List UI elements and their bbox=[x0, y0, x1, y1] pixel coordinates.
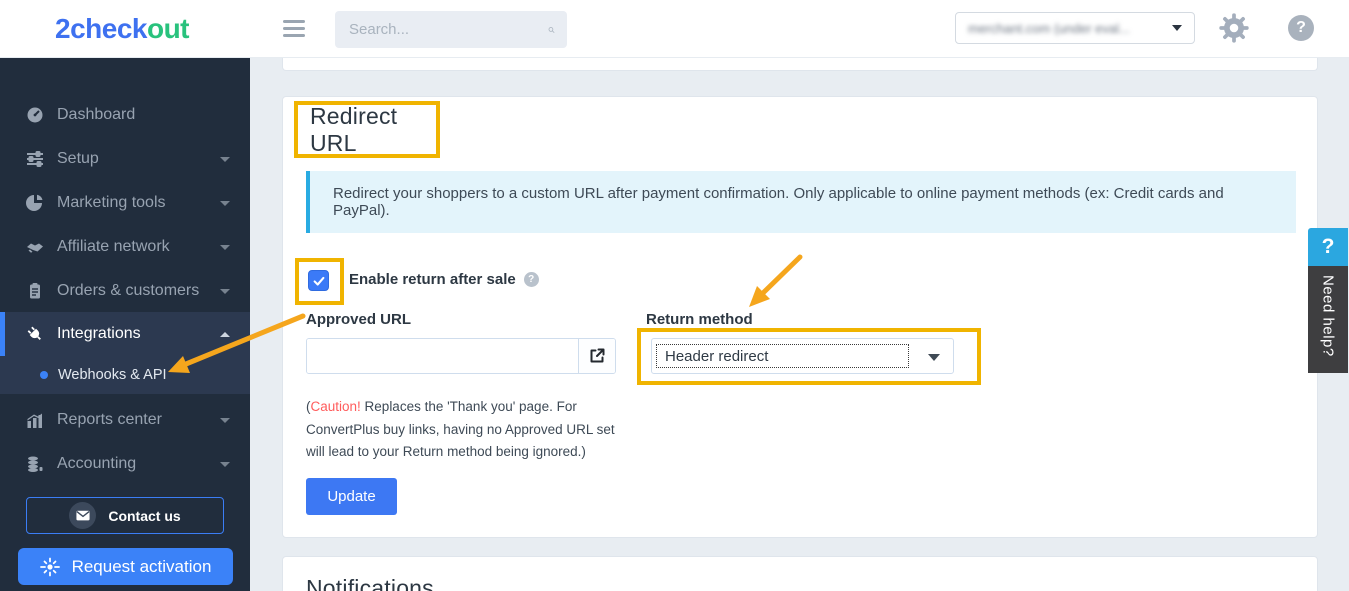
account-label: merchant.com (under eval... bbox=[968, 21, 1172, 36]
brand-logo[interactable]: 2checkout bbox=[55, 13, 189, 45]
info-banner: Redirect your shoppers to a custom URL a… bbox=[306, 171, 1296, 233]
main-content: Redirect URL Redirect your shoppers to a… bbox=[250, 58, 1349, 591]
logo-part-green: out bbox=[147, 13, 189, 44]
external-link-icon bbox=[589, 348, 605, 364]
active-bullet-dot bbox=[40, 371, 48, 379]
enable-return-label-row: Enable return after sale ? bbox=[349, 271, 539, 288]
contact-us-button[interactable]: Contact us bbox=[26, 497, 224, 534]
need-help-question-icon[interactable]: ? bbox=[1308, 228, 1348, 266]
caution-note: (Caution! Replaces the 'Thank you' page.… bbox=[306, 396, 628, 464]
sidebar-item-label: Integrations bbox=[57, 325, 141, 343]
app-root: 2checkout merchant.com (under eval... bbox=[0, 0, 1349, 591]
logo-part-blue: 2check bbox=[55, 13, 147, 44]
tooltip-help-icon[interactable]: ? bbox=[524, 272, 539, 287]
sidebar-item-setup[interactable]: Setup bbox=[0, 137, 250, 181]
coins-icon bbox=[26, 455, 44, 473]
approved-url-group bbox=[306, 338, 616, 374]
sidebar-item-label: Marketing tools bbox=[57, 194, 166, 212]
sidebar-item-accounting[interactable]: Accounting bbox=[0, 442, 250, 486]
menu-toggle-icon[interactable] bbox=[283, 20, 305, 37]
need-help-label: Need help? bbox=[1320, 266, 1337, 373]
chevron-down-icon bbox=[220, 418, 230, 423]
chevron-down-icon bbox=[220, 245, 230, 250]
pie-chart-icon bbox=[26, 194, 44, 212]
contact-us-label: Contact us bbox=[108, 508, 180, 524]
check-icon bbox=[312, 274, 326, 288]
sliders-icon bbox=[26, 150, 44, 168]
enable-return-label: Enable return after sale bbox=[349, 271, 516, 288]
sidebar-item-reports-center[interactable]: Reports center bbox=[0, 398, 250, 442]
redirect-url-card: Redirect URL Redirect your shoppers to a… bbox=[282, 96, 1318, 538]
sidebar-item-integrations[interactable]: Integrations bbox=[0, 312, 250, 356]
bar-chart-icon bbox=[26, 411, 44, 429]
settings-gear-icon[interactable] bbox=[1218, 12, 1250, 49]
handshake-icon bbox=[26, 238, 44, 256]
sidebar-item-dashboard[interactable]: Dashboard bbox=[0, 93, 250, 137]
sidebar-item-label: Affiliate network bbox=[57, 238, 170, 256]
global-search bbox=[335, 11, 567, 48]
return-method-label: Return method bbox=[646, 311, 753, 328]
update-button[interactable]: Update bbox=[306, 478, 397, 515]
sidebar-subitem-webhooks-api[interactable]: Webhooks & API bbox=[0, 356, 250, 394]
annotation-box-title: Redirect URL bbox=[294, 101, 440, 158]
return-method-select[interactable]: Header redirect bbox=[651, 338, 954, 374]
search-icon[interactable] bbox=[548, 21, 555, 39]
approved-url-input[interactable] bbox=[307, 339, 578, 373]
sidebar-item-label: Dashboard bbox=[57, 106, 135, 124]
request-activation-button[interactable]: Request activation bbox=[18, 548, 233, 585]
need-help-tab[interactable]: Need help? bbox=[1308, 266, 1348, 373]
sidebar-item-label: Orders & customers bbox=[57, 282, 199, 300]
open-url-button[interactable] bbox=[578, 339, 615, 373]
sidebar-item-label: Accounting bbox=[57, 455, 136, 473]
chevron-down-icon bbox=[1172, 25, 1182, 31]
section-title: Redirect URL bbox=[310, 103, 436, 157]
sidebar-item-label: Setup bbox=[57, 150, 99, 168]
request-activation-label: Request activation bbox=[72, 557, 212, 577]
sidebar-active-group: Integrations Webhooks & API bbox=[0, 312, 250, 394]
top-header: 2checkout merchant.com (under eval... bbox=[0, 0, 1349, 58]
account-selector[interactable]: merchant.com (under eval... bbox=[955, 12, 1195, 44]
notifications-title: Notifications bbox=[306, 575, 434, 591]
chevron-down-icon bbox=[220, 462, 230, 467]
chevron-down-icon bbox=[928, 354, 940, 361]
plug-icon bbox=[22, 321, 47, 346]
enable-return-checkbox[interactable] bbox=[308, 270, 329, 291]
caution-word: Caution! bbox=[311, 399, 361, 414]
chevron-down-icon bbox=[220, 201, 230, 206]
need-help-widget: ? Need help? bbox=[1308, 228, 1348, 373]
return-method-value: Header redirect bbox=[656, 344, 909, 368]
chevron-up-icon bbox=[220, 332, 230, 337]
sidebar: Dashboard Setup Marketing tools Affiliat… bbox=[0, 58, 250, 591]
help-icon[interactable]: ? bbox=[1288, 15, 1314, 41]
search-input[interactable] bbox=[349, 21, 548, 38]
sidebar-item-marketing-tools[interactable]: Marketing tools bbox=[0, 181, 250, 225]
sidebar-item-affiliate-network[interactable]: Affiliate network bbox=[0, 225, 250, 269]
sidebar-item-label: Reports center bbox=[57, 411, 162, 429]
chevron-down-icon bbox=[220, 289, 230, 294]
sunburst-icon bbox=[40, 557, 60, 577]
dashboard-icon bbox=[26, 106, 44, 124]
clipboard-icon bbox=[26, 282, 44, 300]
chevron-down-icon bbox=[220, 157, 230, 162]
notifications-card: Notifications bbox=[282, 556, 1318, 591]
info-banner-text: Redirect your shoppers to a custom URL a… bbox=[333, 185, 1273, 219]
envelope-icon bbox=[69, 502, 96, 529]
previous-card-bottom bbox=[282, 58, 1318, 71]
sidebar-subitem-label: Webhooks & API bbox=[58, 367, 167, 383]
approved-url-label: Approved URL bbox=[306, 311, 411, 328]
sidebar-item-orders-customers[interactable]: Orders & customers bbox=[0, 269, 250, 313]
